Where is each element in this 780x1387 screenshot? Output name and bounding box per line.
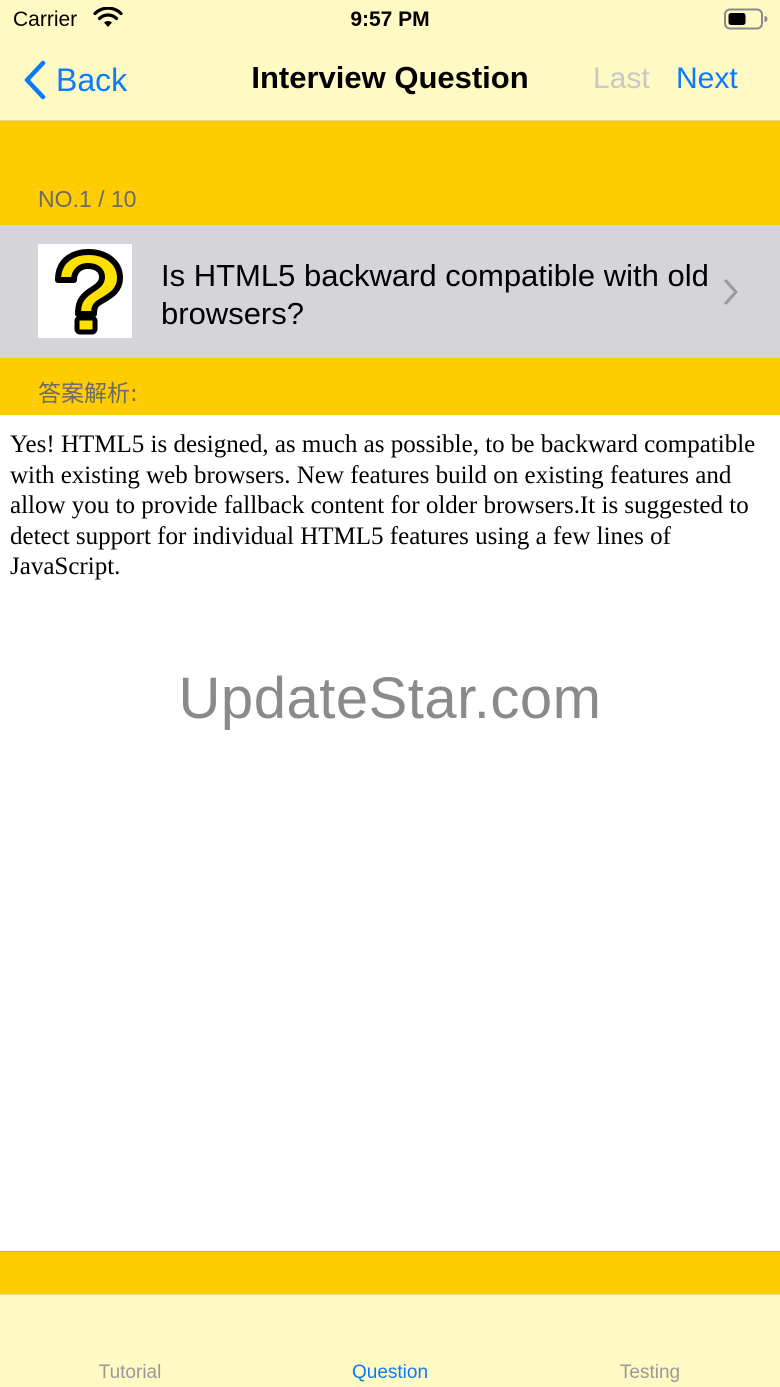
answer-header-band: 答案解析: bbox=[0, 358, 780, 415]
question-number: NO.1 / 10 bbox=[38, 186, 137, 212]
tab-tutorial[interactable]: Tutorial bbox=[0, 1362, 260, 1384]
answer-label: 答案解析: bbox=[38, 381, 138, 407]
bottom-band bbox=[0, 1251, 780, 1294]
question-row[interactable]: Is HTML5 backward compatible with old br… bbox=[0, 225, 780, 358]
question-mark-icon bbox=[38, 244, 132, 338]
chevron-right-icon bbox=[724, 279, 738, 305]
back-button[interactable]: Back bbox=[22, 58, 127, 102]
back-label: Back bbox=[56, 61, 128, 98]
top-bar: Carrier 9:57 PM Back Interview Question … bbox=[0, 0, 780, 121]
battery-icon bbox=[724, 8, 768, 30]
tab-testing[interactable]: Testing bbox=[520, 1362, 780, 1384]
question-text: Is HTML5 backward compatible with old br… bbox=[161, 258, 709, 331]
tab-bar: Tutorial Question Testing bbox=[0, 1294, 780, 1387]
next-button[interactable]: Next bbox=[676, 62, 738, 96]
answer-text: Yes! HTML5 is designed, as much as possi… bbox=[10, 431, 756, 580]
watermark: UpdateStar.com bbox=[178, 666, 602, 731]
status-time: 9:57 PM bbox=[350, 8, 430, 31]
last-button[interactable]: Last bbox=[593, 62, 650, 96]
page-title: Interview Question bbox=[251, 60, 529, 95]
tab-question[interactable]: Question bbox=[260, 1362, 520, 1384]
status-bar: Carrier 9:57 PM bbox=[0, 0, 780, 40]
chevron-left-icon bbox=[24, 60, 46, 100]
